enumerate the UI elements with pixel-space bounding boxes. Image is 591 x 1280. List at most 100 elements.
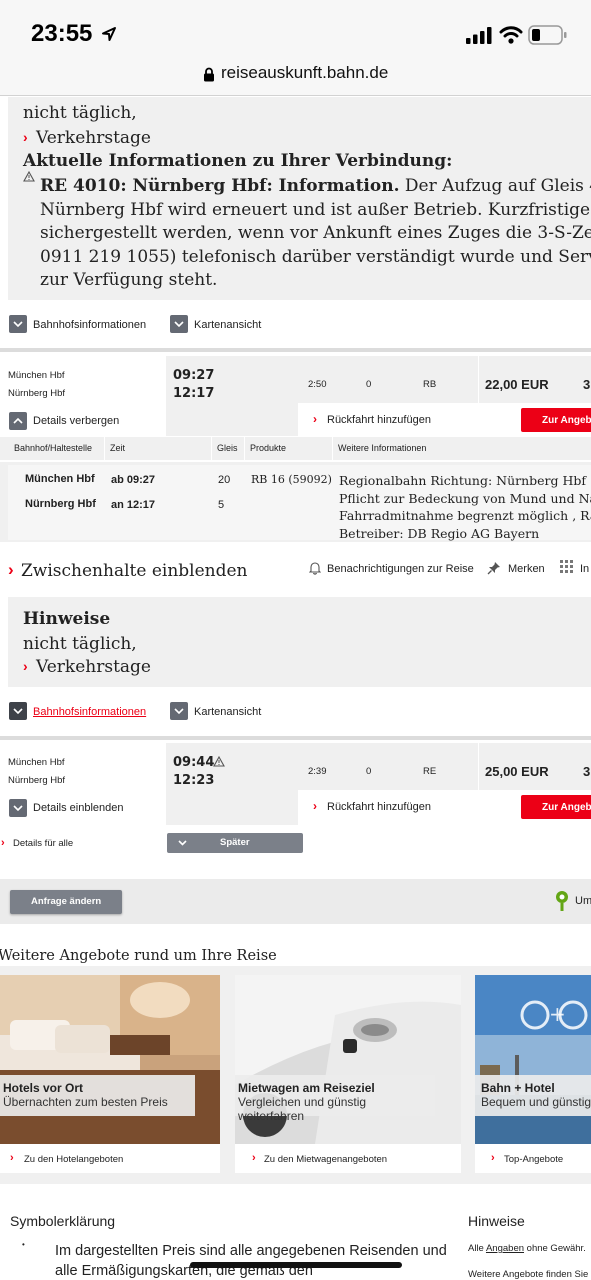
- pin-icon: [487, 562, 500, 575]
- karten-toggle-2[interactable]: [170, 702, 188, 720]
- hinweise-not-daily: nicht täglich,: [23, 634, 137, 654]
- angaben-link[interactable]: Angaben: [486, 1243, 524, 1254]
- anfrage-bar: Anfrage ändern Um: [0, 879, 591, 924]
- bahnhofsinfo-label-2[interactable]: Bahnhofsinformationen: [33, 706, 146, 718]
- connection-row-1[interactable]: München Hbf Nürnberg Hbf 09:27 12:17 2:5…: [0, 356, 591, 436]
- hinweise-title: Hinweise: [23, 609, 111, 629]
- zwischenhalte-link[interactable]: Zwischenhalte einblenden: [21, 561, 248, 581]
- changes: 0: [366, 766, 372, 777]
- col-station: Bahnhof/Haltestelle: [14, 443, 93, 453]
- details-table-body: München Hbf ab 09:27 20 Nürnberg Hbf an …: [0, 462, 591, 542]
- location-arrow-icon: [102, 27, 116, 41]
- rueckfahrt-link-2[interactable]: Rückfahrt hinzufügen: [327, 801, 431, 813]
- hinweise-verkehrstage-link[interactable]: Verkehrstage: [36, 657, 151, 677]
- bahnhofsinfo-label-1[interactable]: Bahnhofsinformationen: [33, 319, 146, 331]
- symbol-text-1: Im dargestellten Preis sind alle angegeb…: [55, 1243, 447, 1259]
- benachrichtigungen-link[interactable]: Benachrichtigungen zur Reise: [327, 563, 474, 575]
- anfrage-aendern-button[interactable]: Anfrage ändern: [10, 890, 122, 914]
- spaeter-button[interactable]: Später: [167, 833, 303, 853]
- angebot-button-2[interactable]: Zur Angebo: [521, 795, 591, 819]
- chevron-right-icon: ›: [10, 1152, 14, 1164]
- col-info: Weitere Informationen: [338, 443, 427, 453]
- info-line-2: Nürnberg Hbf wird erneuert und ist außer…: [40, 199, 591, 220]
- info-line-3: sichergestellt werden, wenn vor Ankunft …: [40, 223, 591, 243]
- offers-heading: Weitere Angebote rund um Ihre Reise: [0, 948, 277, 964]
- departure-time: 09:27: [173, 368, 215, 383]
- stop-time-1: ab 09:27: [111, 474, 156, 486]
- chevron-down-icon: [13, 805, 23, 811]
- car-image: Mietwagen am Reiseziel Vergleichen und g…: [235, 975, 461, 1144]
- bahnhofsinfo-toggle-1[interactable]: [9, 315, 27, 333]
- home-indicator: [190, 1262, 402, 1268]
- chevron-down-icon: [13, 708, 23, 714]
- details-fuer-alle-link[interactable]: Details für alle: [13, 838, 73, 849]
- kartenansicht-label-1[interactable]: Kartenansicht: [194, 319, 261, 331]
- offer-subtitle: Übernachten zum besten Preis: [3, 1095, 168, 1109]
- arrival-time: 12:23: [173, 773, 215, 788]
- top-verkehrstage-link[interactable]: Verkehrstage: [36, 128, 151, 148]
- karten-toggle-1[interactable]: [170, 315, 188, 333]
- info-text-block: RE 4010: Nürnberg Hbf: Information. Der …: [40, 175, 591, 293]
- info-line-5: zur Verfügung steht.: [40, 270, 218, 290]
- details-toggle-2[interactable]: [9, 799, 27, 817]
- offer-subtitle: Vergleichen und günstig weiterfahren: [238, 1095, 367, 1123]
- chevron-down-icon: [174, 708, 184, 714]
- grid-icon: [560, 560, 573, 573]
- merken-link[interactable]: Merken: [508, 563, 545, 575]
- current-info-heading: Aktuelle Informationen zu Ihrer Verbindu…: [23, 151, 453, 171]
- stop-gleis-1: 20: [218, 474, 231, 486]
- top-not-daily: nicht täglich,: [23, 103, 137, 123]
- angebot-label: Zur Angebo: [542, 801, 591, 813]
- url-bar[interactable]: reiseauskunft.bahn.de: [0, 58, 591, 96]
- chevron-right-icon: ›: [23, 129, 28, 145]
- product: RB: [423, 379, 437, 390]
- offer-card-mietwagen[interactable]: Mietwagen am Reiseziel Vergleichen und g…: [235, 975, 461, 1173]
- chevron-right-icon: ›: [313, 799, 317, 813]
- details-toggle-1[interactable]: [9, 412, 27, 430]
- offer-link[interactable]: Top-Angebote: [504, 1154, 563, 1165]
- chevron-right-icon: ›: [23, 658, 28, 674]
- chevron-down-icon: [178, 840, 187, 846]
- offer-caption: Mietwagen am Reiseziel Vergleichen und g…: [235, 1075, 435, 1123]
- rueckfahrt-link-1[interactable]: Rückfahrt hinzufügen: [327, 414, 431, 426]
- more-link[interactable]: In: [580, 563, 589, 575]
- warning-icon[interactable]: [213, 756, 225, 767]
- col-produkte: Produkte: [250, 443, 287, 453]
- url-text: reiseauskunft.bahn.de: [221, 63, 389, 82]
- duration: 2:39: [308, 766, 327, 777]
- offer-link[interactable]: Zu den Hotelangeboten: [24, 1154, 123, 1165]
- angebot-label: Zur Angebo: [542, 414, 591, 426]
- stop-time-2: an 12:17: [111, 499, 156, 511]
- details-label-2[interactable]: Details einblenden: [33, 802, 124, 814]
- connection-row-2[interactable]: München Hbf Nürnberg Hbf 09:44 12:23 2:3…: [0, 743, 591, 825]
- kartenansicht-label-2[interactable]: Kartenansicht: [194, 706, 261, 718]
- to-station: Nürnberg Hbf: [8, 388, 66, 399]
- price: 22,00 EUR: [485, 377, 549, 392]
- offer-subtitle: Bequem und günstig in: [481, 1095, 591, 1109]
- to-station: Nürnberg Hbf: [8, 775, 66, 786]
- angebot-button-1[interactable]: Zur Angebo: [521, 408, 591, 432]
- from-station: München Hbf: [8, 757, 65, 768]
- symbol-title: Symbolerklärung: [10, 1213, 116, 1229]
- umwelt-link[interactable]: Um: [575, 895, 591, 907]
- offer-card-bahn-hotel[interactable]: + Bahn + Hotel Bequem und günstig in › T…: [475, 975, 591, 1173]
- info-line: Betreiber: DB Regio AG Bayern: [339, 525, 540, 541]
- details-label-1[interactable]: Details verbergen: [33, 415, 119, 427]
- hinweise-post: ohne Gewähr.: [526, 1243, 586, 1254]
- chevron-right-icon: ›: [1, 837, 5, 849]
- stop-station-2[interactable]: Nürnberg Hbf: [25, 498, 96, 510]
- footer-hinweise-line2: Weitere Angebote finden Sie in: [468, 1269, 591, 1280]
- hinweise-pre: Alle: [468, 1243, 484, 1254]
- bahnhofsinfo-toggle-2[interactable]: [9, 702, 27, 720]
- bell-icon: [309, 562, 321, 575]
- chevron-down-icon: [13, 321, 23, 327]
- offer-card-hotels[interactable]: Hotels vor Ort Übernachten zum besten Pr…: [0, 975, 220, 1173]
- produkt-value: RB 16 (59092): [251, 473, 332, 486]
- stop-gleis-2: 5: [218, 499, 225, 511]
- stop-station-1[interactable]: München Hbf: [25, 473, 95, 485]
- signal-icon: [466, 27, 492, 44]
- changes: 0: [366, 379, 372, 390]
- city-image: + Bahn + Hotel Bequem und günstig in: [475, 975, 591, 1144]
- offer-link[interactable]: Zu den Mietwagenangeboten: [264, 1154, 387, 1165]
- chevron-right-icon: ›: [491, 1152, 495, 1164]
